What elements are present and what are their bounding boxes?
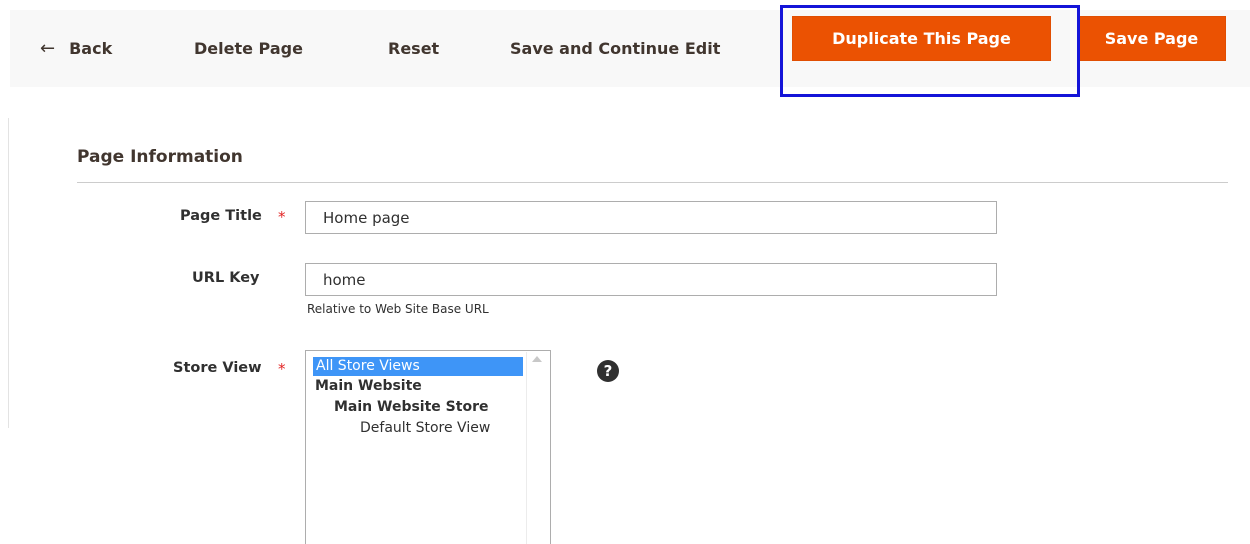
save-page-button[interactable]: Save Page [1077,16,1226,61]
store-view-label: Store View [173,360,262,376]
scroll-up-arrow-icon[interactable] [532,356,542,362]
reset-button[interactable]: Reset [388,10,439,87]
page-actions-toolbar: ← Back Delete Page Reset Save and Contin… [10,10,1250,87]
delete-page-button[interactable]: Delete Page [194,10,303,87]
back-button[interactable]: ← Back [40,10,112,87]
page-title-input[interactable] [305,201,997,234]
multiselect-scrollbar[interactable] [526,352,549,544]
cms-page-editor: ← Back Delete Page Reset Save and Contin… [0,0,1250,544]
store-view-multiselect[interactable]: All Store Views Main Website Main Websit… [305,350,551,544]
required-asterisk: * [278,208,286,226]
required-asterisk: * [278,360,286,378]
section-title: Page Information [77,147,243,167]
store-view-option-group: Main Website Store [334,399,489,415]
duplicate-page-button[interactable]: Duplicate This Page [792,16,1051,61]
store-view-option-group: Main Website [315,378,422,394]
url-key-label: URL Key [192,270,260,286]
help-question-icon[interactable]: ? [597,360,619,382]
store-view-option[interactable]: Default Store View [360,419,490,438]
back-label: Back [69,39,113,58]
url-key-input[interactable] [305,263,997,296]
section-divider [77,182,1228,183]
arrow-left-icon: ← [40,38,56,59]
store-view-option-selected[interactable]: All Store Views [313,357,523,376]
url-key-note: Relative to Web Site Base URL [307,302,489,316]
save-and-continue-button[interactable]: Save and Continue Edit [510,10,720,87]
page-title-label: Page Title [180,208,262,224]
content-divider [8,118,9,428]
